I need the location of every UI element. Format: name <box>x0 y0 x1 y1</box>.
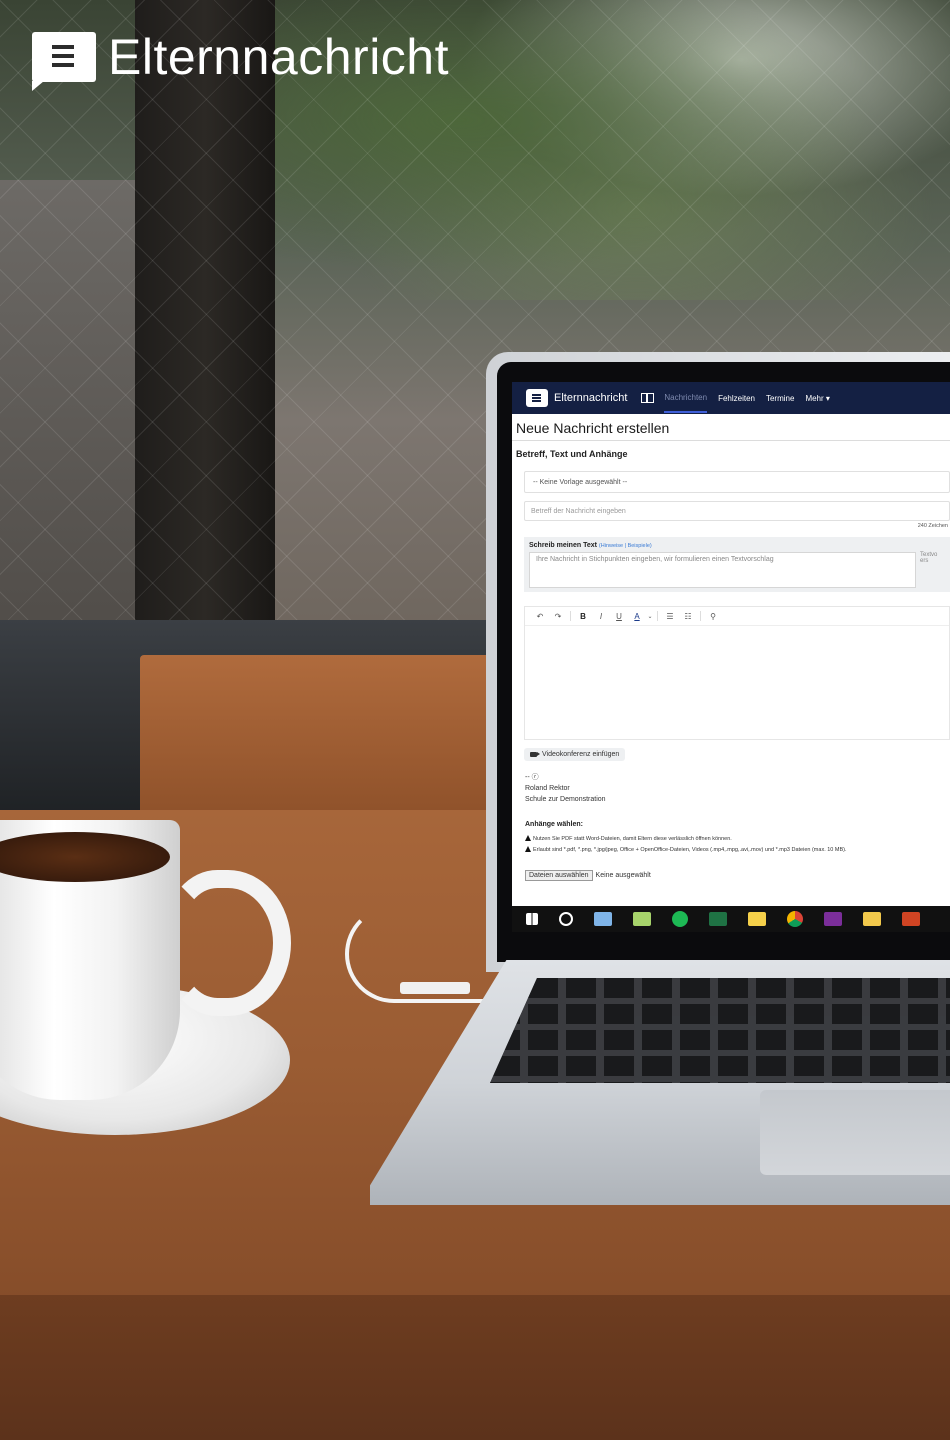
nav-fehlzeiten[interactable]: Fehlzeiten <box>718 385 755 412</box>
attachment-warnings: Nutzen Sie PDF statt Word-Dateien, damit… <box>525 834 950 856</box>
search-circle-icon[interactable] <box>559 912 573 926</box>
excel-icon[interactable] <box>709 912 727 926</box>
trackpad <box>760 1090 950 1175</box>
file-picker: Dateien auswählen Keine ausgewählt <box>525 870 950 881</box>
nav-nachrichten[interactable]: Nachrichten <box>664 384 708 413</box>
editor-toolbar: ↶ ↷ B I U A ⌄ ☰ ☷ ⚲ <box>525 607 949 626</box>
chevron-down-icon[interactable]: ⌄ <box>646 613 654 620</box>
ai-notes-textarea[interactable]: Ihre Nachricht in Stichpunkten eingeben,… <box>529 552 916 588</box>
sticky-notes-icon[interactable] <box>748 912 766 926</box>
hints-link[interactable]: Hinweise <box>601 543 623 549</box>
ai-suggestion-button[interactable]: Textvo ers <box>916 552 946 588</box>
photo-background: Elternnachricht Nachrichten Fehlzeiten T… <box>0 0 950 1440</box>
examples-link[interactable]: Beispiele <box>628 543 650 549</box>
app-navbar: Elternnachricht Nachrichten Fehlzeiten T… <box>512 382 950 414</box>
section-title: Betreff, Text und Anhänge <box>516 449 628 459</box>
attachments-title: Anhänge wählen: <box>525 821 583 828</box>
file-explorer-icon[interactable] <box>863 912 881 926</box>
italic-icon[interactable]: I <box>592 612 610 621</box>
warning-icon <box>525 835 531 841</box>
site-name: Elternnachricht <box>108 29 449 85</box>
numbered-list-icon[interactable]: ☷ <box>679 612 697 621</box>
undo-icon[interactable]: ↶ <box>531 612 549 621</box>
choose-files-button[interactable]: Dateien auswählen <box>525 870 593 881</box>
warning-icon <box>525 846 531 852</box>
font-color-icon[interactable]: A <box>628 612 646 621</box>
laptop-screen: Elternnachricht Nachrichten Fehlzeiten T… <box>512 382 950 906</box>
os-taskbar <box>512 906 950 932</box>
signature: -- ⓡ Roland Rektor Schule zur Demonstrat… <box>525 774 606 803</box>
nav-termine[interactable]: Termine <box>766 385 794 412</box>
task-view-icon[interactable] <box>594 912 612 926</box>
page-title: Neue Nachricht erstellen <box>512 414 950 441</box>
windows-start-icon[interactable] <box>526 913 538 925</box>
nav-mehr[interactable]: Mehr ▾ <box>805 385 829 412</box>
underline-icon[interactable]: U <box>610 612 628 621</box>
video-camera-icon <box>530 752 540 757</box>
subject-input[interactable]: Betreff der Nachricht eingeben <box>524 501 950 521</box>
spotify-icon[interactable] <box>672 911 688 927</box>
app-logo-icon[interactable] <box>526 389 548 407</box>
message-editor[interactable]: ↶ ↷ B I U A ⌄ ☰ ☷ ⚲ <box>524 606 950 740</box>
redo-icon[interactable]: ↷ <box>549 612 567 621</box>
bullet-list-icon[interactable]: ☰ <box>661 612 679 621</box>
onenote-icon[interactable] <box>824 912 842 926</box>
char-counter: 240 Zeichen <box>917 523 948 529</box>
book-icon[interactable] <box>641 393 655 403</box>
site-logo[interactable]: Elternnachricht <box>32 28 449 91</box>
template-select[interactable]: -- Keine Vorlage ausgewählt -- <box>524 471 950 493</box>
message-bubble-icon <box>32 32 96 91</box>
video-conference-button[interactable]: Videokonferenz einfügen <box>524 748 626 761</box>
link-icon[interactable]: ⚲ <box>704 612 722 621</box>
file-status: Keine ausgewählt <box>595 872 651 879</box>
ai-writer-panel: Schreib meinen Text (Hinweise | Beispiel… <box>524 537 950 592</box>
ai-writer-label: Schreib meinen Text <box>529 542 597 549</box>
bold-icon[interactable]: B <box>574 612 592 621</box>
app-brand[interactable]: Elternnachricht <box>554 392 627 404</box>
powerpoint-icon[interactable] <box>902 912 920 926</box>
notepad-icon[interactable] <box>633 912 651 926</box>
chrome-icon[interactable] <box>787 911 803 927</box>
